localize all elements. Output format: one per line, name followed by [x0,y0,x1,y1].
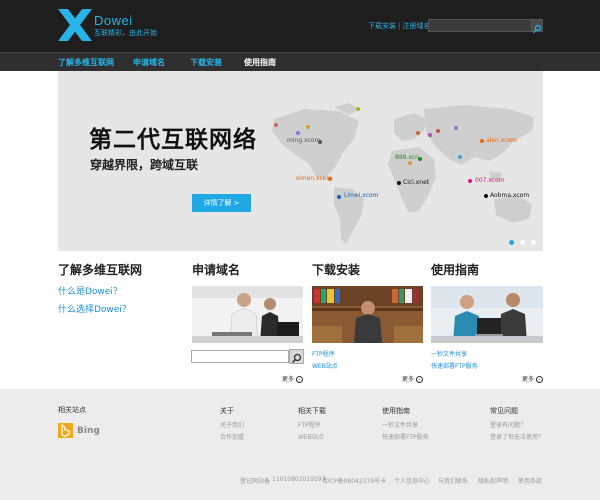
arrow-right-icon: › [416,376,424,383]
footer-link[interactable]: 快速部署FTP服务 [382,432,429,441]
top-search-input[interactable] [428,19,532,32]
main-nav: 了解多维互联网 申请域名 下载安装 使用指南 [0,52,600,71]
footer-link[interactable]: 一秒文件共享 [382,420,418,429]
nav-item-about[interactable]: 了解多维互联网 [58,57,114,68]
file-share-link[interactable]: 一秒文件共享 [431,349,467,358]
domain-more-link[interactable]: 更多 › [282,374,304,383]
carousel-dot[interactable] [520,240,525,245]
top-link-separator: | [398,22,401,30]
footer-link[interactable]: 登录了但无法使用？ [490,432,544,441]
nav-item-domain[interactable]: 申请域名 [133,57,165,68]
nav-item-download[interactable]: 下载安装 [190,57,222,68]
footer-record: 登记网站备 [240,478,271,485]
partners-title: 相关站点 [58,406,86,414]
guide-more-link[interactable]: 更多 › [522,374,544,383]
more-label: 更多 [282,376,295,383]
top-link-download[interactable]: 下载安装 [368,22,396,30]
footer-section-title: 使用指南 [382,407,410,415]
footer-icp: 粤ICP备08042379号卡 [322,478,387,485]
top-link-register[interactable]: 注册域名 [402,22,430,30]
top-search-button[interactable] [531,19,543,34]
city-label: Aobma.xcom [490,192,530,199]
city-label: ming.xcom [287,137,321,144]
what-is-dowei-link[interactable]: 什么是Dowei？ [58,284,122,297]
domain-photo [192,286,303,343]
why-dowei-link[interactable]: 什么选择Dowei？ [58,302,131,315]
footer-link[interactable]: 关于我们 [220,420,244,429]
about-title: 了解多维互联网 [58,263,143,277]
logo-name[interactable]: Dowei [94,13,133,28]
nav-item-guide[interactable]: 使用指南 [244,57,276,68]
domain-search-input[interactable] [191,350,289,363]
bing-logo-icon [61,423,70,438]
city-label: alen.xcom [486,137,518,144]
arrow-right-icon: › [296,376,304,383]
footer-link[interactable]: WEB站点 [298,432,324,441]
site-header: Dowei 互联精彩，由此开始 下载安装 | 注册域名 [0,0,600,52]
logo-tagline: 互联精彩，由此开始 [94,29,157,37]
domain-search-button[interactable] [289,349,304,364]
bing-link[interactable]: Bing [77,426,100,436]
bing-icon[interactable] [58,423,73,438]
footer-section-title: 关于 [220,407,234,415]
city-label: 888.xcn [395,154,419,161]
ftp-deploy-link[interactable]: 快速部署FTP服务 [431,361,478,370]
footer-terms-link[interactable]: 使用条款 [518,476,542,485]
footer-record-number: 11010802019597 [272,476,326,483]
hero-banner: 第二代互联网络 穿越界限，跨域互联 详情了解 > ming.xcom 888.x… [58,71,543,251]
download-title: 下载安装 [312,263,361,277]
more-label: 更多 [522,376,535,383]
city-markers [274,107,488,199]
footer-contact-link[interactable]: 与我们联系 [438,476,468,485]
city-label: Limei.xcom [344,192,379,199]
guide-title: 使用指南 [431,263,480,277]
search-icon [291,353,302,364]
more-label: 更多 [402,376,415,383]
arrow-right-icon: › [536,376,544,383]
footer-link[interactable]: FTP程序 [298,420,321,429]
footer-link[interactable]: 合作加盟 [220,432,244,441]
web-site-link[interactable]: WEB站点 [312,361,338,370]
footer-section-title: 常见问题 [490,407,518,415]
city-label: simen.xcom [296,175,333,182]
footer-link[interactable]: 登录有问题？ [490,420,526,429]
top-links: 下载安装 | 注册域名 [368,21,430,31]
domain-title: 申请域名 [192,263,241,277]
guide-photo [431,286,543,343]
footer-privacy-link[interactable]: 隐私权声明 [478,476,508,485]
ftp-program-link[interactable]: FTP程序 [312,349,335,358]
footer-user-center-link[interactable]: 个人信息中心 [394,476,430,485]
carousel-dot[interactable] [531,240,536,245]
logo-x-icon[interactable] [58,9,92,41]
footer-section-title: 相关下载 [298,407,326,415]
search-icon [533,24,542,34]
download-photo [312,286,423,343]
download-more-link[interactable]: 更多 › [402,374,424,383]
city-label: Cici.xnet [403,179,430,186]
city-label: 007.xcom [475,177,505,184]
carousel-dot-active[interactable] [509,240,514,245]
